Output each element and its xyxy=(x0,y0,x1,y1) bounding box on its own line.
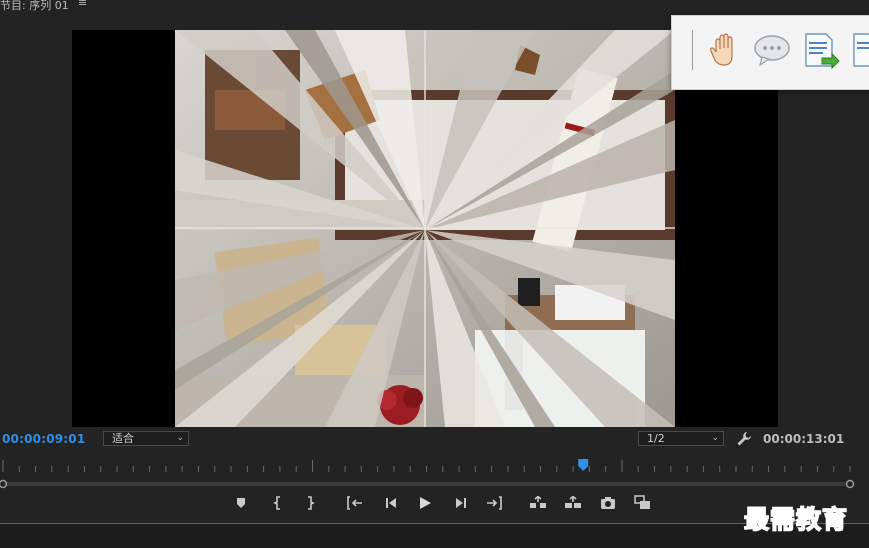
toolbar-separator xyxy=(692,30,693,70)
play-icon[interactable] xyxy=(414,492,436,514)
chevron-down-icon: ⌄ xyxy=(176,433,184,443)
panel-footer xyxy=(0,524,869,548)
export-frame-icon[interactable] xyxy=(597,492,619,514)
zoom-level-select[interactable]: 适合 ⌄ xyxy=(103,431,189,446)
transport-controls xyxy=(0,492,869,516)
resolution-value: 1/2 xyxy=(647,432,665,445)
video-frame-image xyxy=(175,30,675,427)
panel-header: 节目: 序列 01 ≡ xyxy=(0,0,869,14)
playhead-marker[interactable] xyxy=(578,459,589,471)
document-icon[interactable] xyxy=(848,30,869,70)
watermark-text: 最需教育 xyxy=(743,504,849,535)
mark-out-icon[interactable] xyxy=(299,492,321,514)
zoom-level-value: 适合 xyxy=(112,432,134,445)
mark-in-icon[interactable] xyxy=(267,492,289,514)
panel-menu-icon[interactable]: ≡ xyxy=(78,0,87,9)
scrollbar-right-handle xyxy=(845,479,855,489)
go-to-out-icon[interactable] xyxy=(483,492,505,514)
step-back-icon[interactable] xyxy=(380,492,402,514)
export-document-icon[interactable] xyxy=(800,30,840,70)
chevron-down-icon: ⌄ xyxy=(711,433,719,443)
add-marker-icon[interactable] xyxy=(230,492,252,514)
time-ruler-ticks xyxy=(2,459,851,472)
button-editor-icon[interactable] xyxy=(632,492,654,514)
video-frame xyxy=(175,30,675,427)
panel-title[interactable]: 节目: 序列 01 xyxy=(0,0,69,13)
current-timecode[interactable]: 00:00:09:01 xyxy=(2,432,85,446)
hand-tool-icon[interactable] xyxy=(704,30,744,70)
extract-icon[interactable] xyxy=(562,492,584,514)
go-to-in-icon[interactable] xyxy=(344,492,366,514)
zoom-scrollbar[interactable] xyxy=(0,474,869,489)
comment-bubble-icon[interactable] xyxy=(752,30,792,70)
time-ruler[interactable] xyxy=(0,456,869,476)
wrench-settings-icon[interactable] xyxy=(736,431,752,447)
duration-timecode: 00:00:13:01 xyxy=(763,432,845,446)
step-forward-icon[interactable] xyxy=(450,492,472,514)
floating-toolbar xyxy=(671,15,869,90)
playback-resolution-select[interactable]: 1/2 ⌄ xyxy=(638,431,724,446)
lift-icon[interactable] xyxy=(527,492,549,514)
